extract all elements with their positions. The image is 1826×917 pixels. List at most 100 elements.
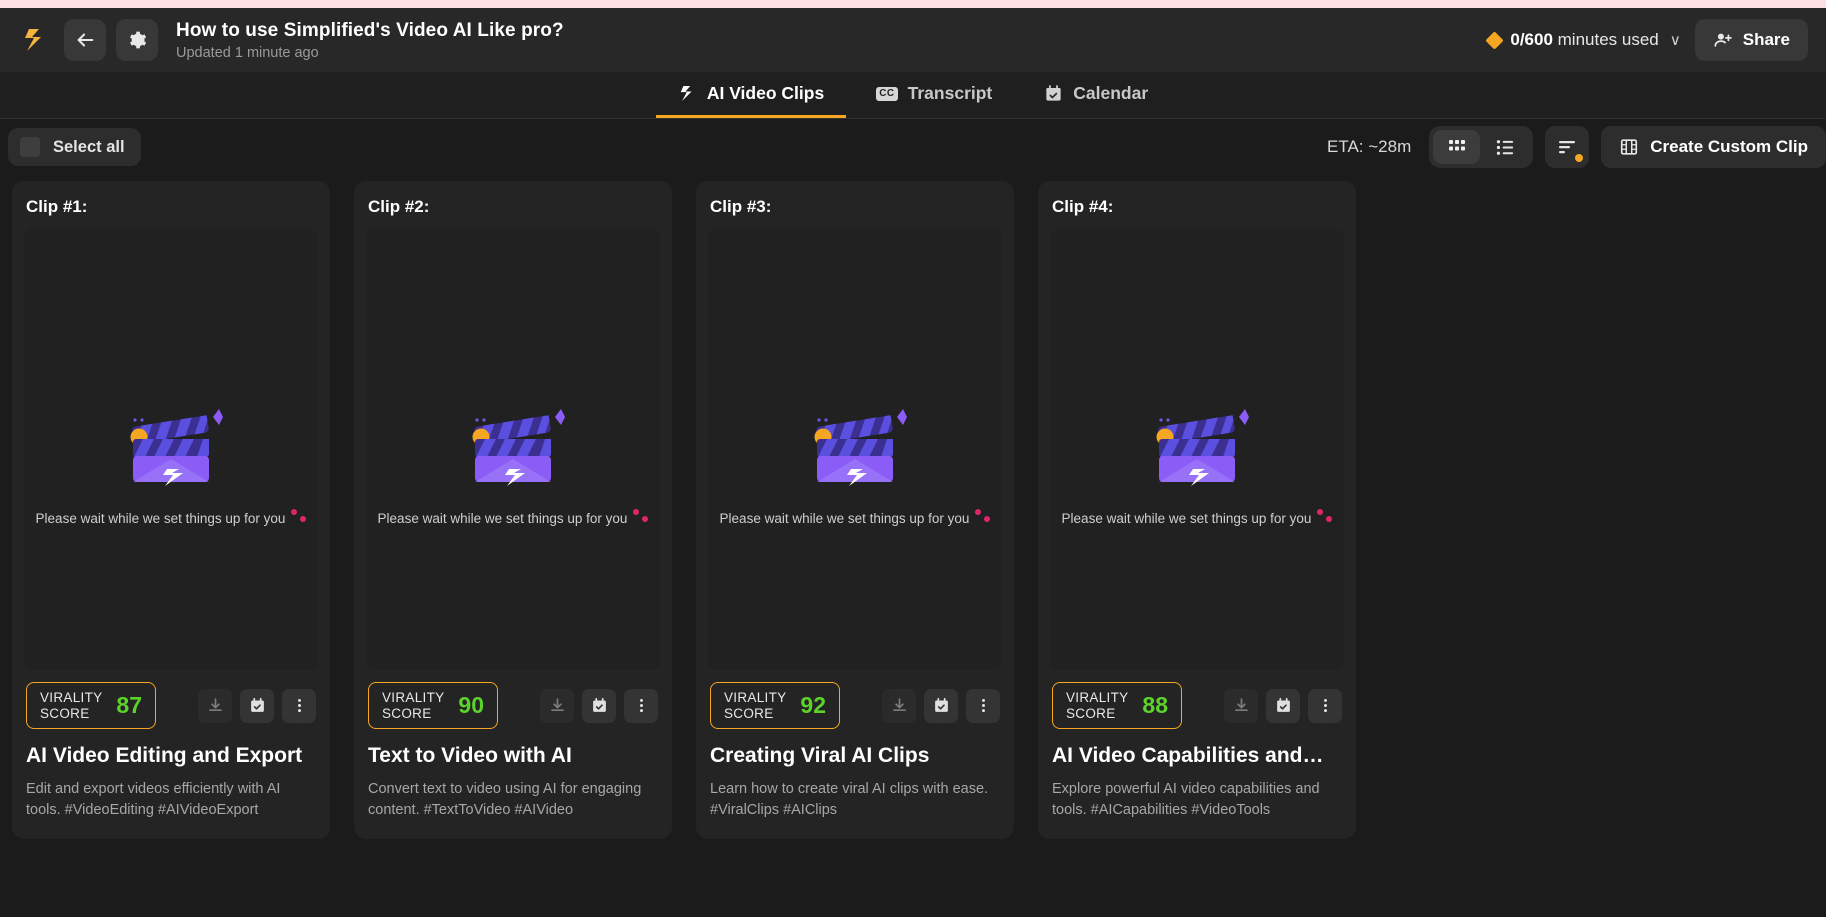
virality-score-value: 90 xyxy=(458,692,485,719)
schedule-button[interactable] xyxy=(582,688,616,723)
header-right-group: 0/600 minutes used ∨ Share xyxy=(1485,19,1808,61)
chevron-down-icon[interactable]: ∨ xyxy=(1670,31,1681,49)
clip-header: Clip #4: xyxy=(1038,181,1356,225)
film-strip-icon xyxy=(1621,139,1638,155)
clip-action-bar: VIRALITY SCORE 88 xyxy=(1038,670,1356,739)
document-title-block: How to use Simplified's Video AI Like pr… xyxy=(176,20,564,61)
top-accent-strip xyxy=(0,0,1826,8)
select-all-checkbox[interactable] xyxy=(20,137,40,157)
virality-score-badge: VIRALITY SCORE 87 xyxy=(26,682,157,730)
person-add-icon xyxy=(1714,33,1732,47)
virality-score-value: 88 xyxy=(1142,692,1169,719)
page-title: How to use Simplified's Video AI Like pr… xyxy=(176,19,564,41)
select-all-label: Select all xyxy=(53,137,125,156)
tab-label: AI Video Clips xyxy=(706,83,825,103)
clip-number-label: Clip #1: xyxy=(26,197,88,216)
download-button[interactable] xyxy=(198,688,232,723)
view-mode-toggle xyxy=(1429,126,1534,168)
clip-buttons-group xyxy=(540,688,658,723)
clapperboard-icon xyxy=(795,373,915,493)
list-view-icon xyxy=(1497,139,1514,155)
clip-card[interactable]: Clip #3: Please wait while we set things… xyxy=(696,181,1014,840)
download-icon xyxy=(550,698,564,712)
settings-button[interactable] xyxy=(116,19,158,61)
virality-score-label: VIRALITY SCORE xyxy=(1066,690,1129,721)
tab-ai-video-clips[interactable]: AI Video Clips xyxy=(655,72,847,118)
loading-dots-icon xyxy=(291,508,307,522)
create-custom-clip-label: Create Custom Clip xyxy=(1650,137,1808,156)
more-vertical-icon xyxy=(1323,698,1327,713)
clip-number-label: Clip #4: xyxy=(1052,197,1114,216)
minutes-usage-text: 0/600 minutes used xyxy=(1510,30,1658,50)
clip-card[interactable]: Clip #4: Please wait while we set things… xyxy=(1038,181,1356,840)
download-icon xyxy=(892,698,906,712)
clips-toolbar: Select all ETA: ~28m Create Custom Clip xyxy=(0,119,1826,175)
clip-description: Explore powerful AI video capabilities a… xyxy=(1052,781,1320,819)
simplified-logo-icon xyxy=(18,23,52,57)
share-button[interactable]: Share xyxy=(1694,19,1808,61)
loading-text: Please wait while we set things up for y… xyxy=(719,511,970,526)
virality-score-label: VIRALITY SCORE xyxy=(40,690,103,721)
virality-score-value: 87 xyxy=(116,692,143,719)
calendar-check-icon xyxy=(1276,697,1290,712)
more-vertical-icon xyxy=(981,698,985,713)
clip-preview-stage: Please wait while we set things up for y… xyxy=(24,229,318,670)
tab-calendar[interactable]: Calendar xyxy=(1022,72,1170,118)
schedule-button[interactable] xyxy=(240,688,274,723)
loading-dots-icon xyxy=(975,508,991,522)
clip-title: Creating Viral AI Clips xyxy=(710,744,930,768)
clapperboard-icon xyxy=(453,373,573,493)
tab-label: Calendar xyxy=(1073,83,1149,103)
calendar-check-icon xyxy=(1046,85,1061,101)
clip-buttons-group xyxy=(198,688,316,723)
download-button[interactable] xyxy=(882,688,916,723)
more-options-button[interactable] xyxy=(282,688,316,723)
clip-loading-message: Please wait while we set things up for y… xyxy=(719,508,991,526)
last-updated-text: Updated 1 minute ago xyxy=(176,44,319,61)
download-button[interactable] xyxy=(1224,688,1258,723)
tab-transcript[interactable]: CC Transcript xyxy=(854,72,1014,118)
app-header: How to use Simplified's Video AI Like pr… xyxy=(0,8,1826,72)
app-root: How to use Simplified's Video AI Like pr… xyxy=(0,0,1826,917)
clip-description: Learn how to create viral AI clips with … xyxy=(710,781,989,819)
clip-loading-message: Please wait while we set things up for y… xyxy=(36,508,307,526)
clip-preview-stage: Please wait while we set things up for y… xyxy=(708,229,1002,670)
gear-icon xyxy=(130,31,147,49)
filter-sort-button[interactable] xyxy=(1545,126,1590,168)
download-icon xyxy=(208,698,222,712)
more-options-button[interactable] xyxy=(624,688,658,723)
clip-number-label: Clip #2: xyxy=(368,197,430,216)
clip-card[interactable]: Clip #2: Please wait while we set things… xyxy=(354,181,672,840)
virality-score-label: VIRALITY SCORE xyxy=(382,690,445,721)
schedule-button[interactable] xyxy=(1266,688,1300,723)
back-button[interactable] xyxy=(64,19,106,61)
virality-score-label: VIRALITY SCORE xyxy=(724,690,787,721)
clapperboard-icon xyxy=(111,373,231,493)
download-icon xyxy=(1234,698,1248,712)
loading-dots-icon xyxy=(633,508,649,522)
grid-view-button[interactable] xyxy=(1433,130,1481,164)
download-button[interactable] xyxy=(540,688,574,723)
clip-header: Clip #2: xyxy=(354,181,672,225)
more-options-button[interactable] xyxy=(966,688,1000,723)
eta-text: ETA: ~28m xyxy=(1327,137,1412,156)
clip-description: Edit and export videos efficiently with … xyxy=(26,781,281,819)
clip-preview-stage: Please wait while we set things up for y… xyxy=(366,229,660,670)
loading-dots-icon xyxy=(1317,508,1333,522)
virality-score-badge: VIRALITY SCORE 92 xyxy=(710,682,841,730)
minutes-used-value: 0/600 xyxy=(1510,30,1553,49)
create-custom-clip-button[interactable]: Create Custom Clip xyxy=(1601,126,1826,168)
calendar-check-icon xyxy=(934,697,948,712)
minutes-usage-dropdown[interactable]: 0/600 minutes used ∨ xyxy=(1485,30,1681,50)
more-options-button[interactable] xyxy=(1308,688,1342,723)
filter-sort-icon xyxy=(1559,141,1576,154)
more-vertical-icon xyxy=(297,698,301,713)
list-view-button[interactable] xyxy=(1482,130,1529,164)
minutes-used-label: minutes used xyxy=(1557,30,1659,49)
clip-card[interactable]: Clip #1: Please wait while we set things… xyxy=(12,181,330,840)
clip-title: Text to Video with AI xyxy=(368,744,572,768)
clip-number-label: Clip #3: xyxy=(710,197,772,216)
toolbar-right-group: ETA: ~28m Create Custom Clip xyxy=(1327,126,1826,168)
select-all-control[interactable]: Select all xyxy=(8,128,141,166)
schedule-button[interactable] xyxy=(924,688,958,723)
